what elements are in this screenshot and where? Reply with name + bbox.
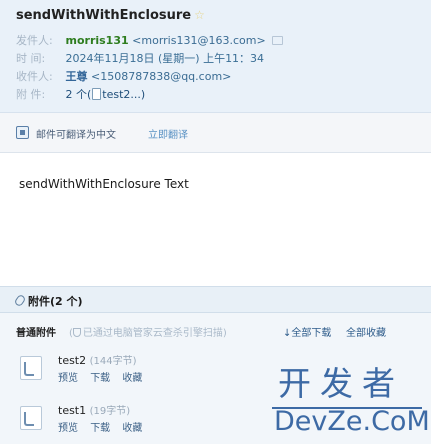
mail-body: sendWithWithEnclosure Text (19, 177, 189, 191)
sender-address[interactable]: <morris131@163.com> (132, 34, 266, 47)
time-value: 2024年11月18日 (星期一) 上午11：34 (65, 52, 265, 65)
star-icon[interactable]: ☆ (194, 8, 205, 22)
attachment-preview[interactable]: test2... (102, 88, 141, 101)
from-label: 发件人: (16, 34, 53, 47)
preview-button[interactable]: 预览 (58, 373, 78, 384)
attachment-size: (144字节) (89, 356, 137, 367)
attachment-label: 附 件: (16, 88, 46, 101)
time-row: 时 间: 2024年11月18日 (星期一) 上午11：34 (16, 51, 264, 67)
attachment-row: 附 件: 2 个( test2...) (16, 87, 145, 103)
preview-button[interactable]: 预览 (58, 423, 78, 434)
scan-hint-text: 已通过电脑管家云查杀引擎扫描) (82, 328, 227, 339)
recipient-name[interactable]: 王尊 (66, 70, 88, 83)
attachment-item: test1 (19字节) 预览 下载 收藏 (16, 400, 316, 438)
watermark-cn: 开发者 (278, 364, 404, 403)
attachment-actions: 预览 下载 收藏 (58, 419, 151, 434)
attachment-file-icon (92, 88, 102, 100)
to-label: 收件人: (16, 70, 53, 83)
translate-text: 邮件可翻译为中文 (36, 130, 116, 141)
watermark-en: DevZe.CoM (274, 406, 430, 437)
favorite-button[interactable]: 收藏 (122, 373, 142, 384)
attachment-name[interactable]: test1 (58, 404, 86, 417)
attachments-header: 附件(2 个) (0, 286, 431, 313)
favorite-button[interactable]: 收藏 (122, 423, 142, 434)
file-icon[interactable] (20, 356, 42, 380)
watermark: 开发者 DevZe.CoM (272, 364, 430, 444)
paren-open: ( (87, 88, 92, 101)
paren-close: ) (140, 88, 146, 101)
download-all-button[interactable]: ↓全部下载 (283, 324, 331, 339)
shield-icon (72, 328, 81, 337)
paperclip-icon (13, 293, 27, 308)
from-row: 发件人: morris131 <morris131@163.com> (16, 33, 284, 49)
translate-bar: 邮件可翻译为中文 立即翻译 (0, 113, 431, 153)
attachments-title-text: 附件(2 个) (28, 295, 83, 308)
scan-hint: (已通过电脑管家云查杀引擎扫描) (69, 324, 227, 339)
mail-subject: sendWithWithEnclosure ☆ (16, 8, 205, 23)
attachments-title: 附件(2 个) (13, 293, 83, 309)
translate-now-link[interactable]: 立即翻译 (148, 126, 188, 141)
attachment-name-line: test2 (144字节) (58, 352, 137, 367)
download-button[interactable]: 下载 (90, 373, 110, 384)
time-label: 时 间: (16, 52, 46, 65)
mail-header: sendWithWithEnclosure ☆ 发件人: morris131 <m… (0, 0, 431, 113)
attachment-name[interactable]: test2 (58, 354, 86, 367)
attachment-name-line: test1 (19字节) (58, 402, 130, 417)
attachment-type-label: 普通附件 (16, 328, 56, 339)
subject-text: sendWithWithEnclosure (16, 8, 192, 23)
attachment-actions: 预览 下载 收藏 (58, 369, 151, 384)
translate-icon (16, 126, 29, 139)
sender-name[interactable]: morris131 (66, 34, 129, 47)
file-icon[interactable] (20, 406, 42, 430)
contact-card-icon[interactable] (272, 36, 284, 45)
recipient-address[interactable]: <1508787838@qq.com> (91, 70, 231, 83)
download-button[interactable]: 下载 (90, 423, 110, 434)
attachments-toolbar: 普通附件 (已通过电脑管家云查杀引擎扫描) ↓全部下载 全部收藏 (0, 324, 431, 340)
to-row: 收件人: 王尊 <1508787838@qq.com> (16, 69, 231, 85)
attachment-count[interactable]: 2 个 (66, 88, 88, 101)
attachment-item: test2 (144字节) 预览 下载 收藏 (16, 350, 316, 388)
attachment-size: (19字节) (89, 406, 131, 417)
favorite-all-button[interactable]: 全部收藏 (346, 324, 386, 339)
